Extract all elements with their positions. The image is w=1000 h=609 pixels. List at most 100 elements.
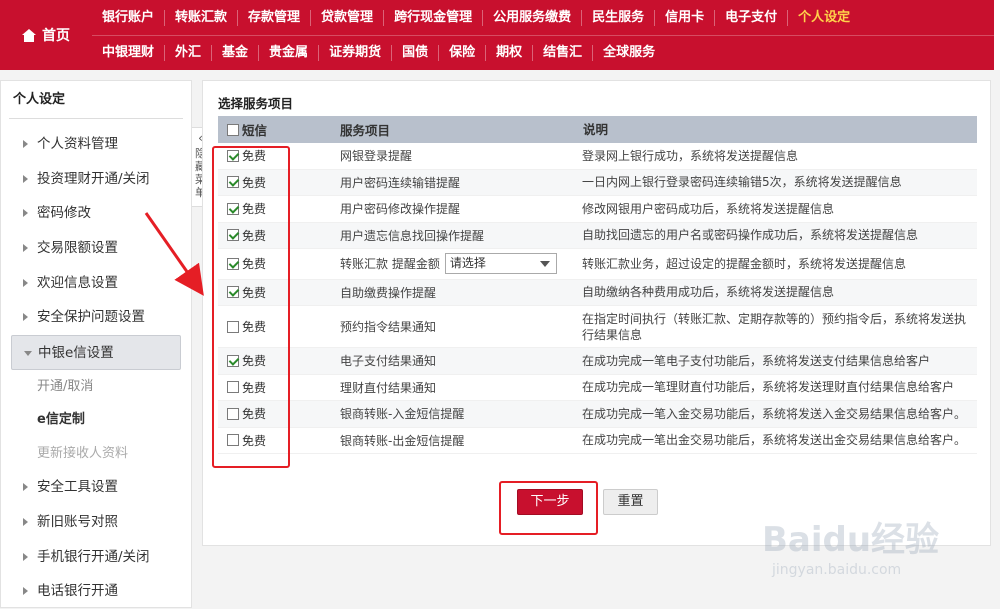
description-cell: 在成功完成一笔理财直付功能后，系统将发送理财直付结果信息给客户 bbox=[582, 380, 955, 395]
page-title: 选择服务项目 bbox=[218, 96, 294, 111]
service-name: 自助缴费操作提醒 bbox=[340, 285, 437, 300]
description-cell: 转账汇款业务，超过设定的提醒金额时，系统将发送提醒信息 bbox=[582, 256, 907, 271]
sidebar-subitem-2[interactable]: 更新接收人资料 bbox=[1, 437, 191, 471]
nav-primary-item-9[interactable]: 个人设定 bbox=[787, 9, 860, 26]
sidebar-item-1[interactable]: 投资理财开通/关闭 bbox=[1, 162, 191, 197]
sidebar-item-label: 手机银行开通/关闭 bbox=[37, 548, 150, 565]
sidebar-subitem-1[interactable]: e信定制 bbox=[1, 403, 191, 437]
header-sms: 短信 bbox=[242, 123, 268, 138]
nav-secondary-item-2[interactable]: 基金 bbox=[211, 44, 258, 61]
service-cell: 用户遗忘信息找回操作提醒 bbox=[336, 227, 578, 244]
sidebar-item-label: 个人资料管理 bbox=[37, 136, 118, 152]
service-name: 银商转账-入金短信提醒 bbox=[340, 407, 465, 422]
sidebar-menu: 个人资料管理投资理财开通/关闭密码修改交易限额设置欢迎信息设置 安全保护问题设置中… bbox=[1, 119, 191, 609]
caret-right-icon bbox=[23, 278, 28, 287]
service-cell: 预约指令结果通知 bbox=[336, 318, 578, 335]
nav-primary-item-0[interactable]: 银行账户 bbox=[92, 10, 164, 26]
sidebar-item-8[interactable]: 新旧账号对照 bbox=[1, 505, 191, 540]
nav-primary-item-2[interactable]: 存款管理 bbox=[237, 9, 310, 26]
watermark-url: jingyan.baidu.com bbox=[772, 562, 902, 578]
service-name: 网银登录提醒 bbox=[340, 149, 413, 164]
home-button[interactable]: 首页 bbox=[0, 0, 92, 70]
select-all-checkbox[interactable] bbox=[227, 123, 239, 136]
service-name: 理财直付结果通知 bbox=[340, 380, 437, 395]
nav-primary-item-1[interactable]: 转账汇款 bbox=[164, 9, 237, 26]
amount-select[interactable]: 请选择 bbox=[444, 253, 557, 275]
sidebar-item-4[interactable]: 欢迎信息设置 bbox=[1, 266, 191, 301]
table-row: 免费 转账汇款 提醒金额 请选择 转账汇款业务，超过设定的提醒金额时，系统将发送提醒信… bbox=[218, 249, 977, 280]
nav-primary-item-7[interactable]: 信用卡 bbox=[654, 9, 714, 26]
table-header: 短信 服务项目 说明 bbox=[218, 116, 977, 143]
service-cell: 用户密码连续输错提醒 bbox=[336, 174, 578, 191]
service-cell: 转账汇款 提醒金额 请选择 bbox=[336, 253, 578, 275]
nav-primary-item-5[interactable]: 公用服务缴费 bbox=[482, 9, 581, 26]
home-icon bbox=[22, 28, 36, 42]
service-cell: 自助缴费操作提醒 bbox=[336, 284, 578, 301]
header-service: 服务项目 bbox=[340, 123, 391, 138]
sidebar-item-5[interactable]: 安全保护问题设置 bbox=[1, 300, 191, 335]
sidebar-item-3[interactable]: 交易限额设置 bbox=[1, 231, 191, 266]
caret-right-icon bbox=[23, 483, 28, 492]
description-cell: 登录网上银行成功，系统将发送提醒信息 bbox=[582, 148, 799, 163]
nav-secondary-item-8[interactable]: 结售汇 bbox=[532, 44, 592, 61]
sidebar-item-7[interactable]: 安全工具设置 bbox=[1, 470, 191, 505]
description-cell: 在成功完成一笔出金交易功能后，系统将发送出金交易结果信息给客户。 bbox=[582, 433, 967, 448]
sidebar-item-label: 中银e信设置 bbox=[38, 345, 114, 362]
nav-secondary-item-6[interactable]: 保险 bbox=[438, 44, 485, 61]
caret-right-icon bbox=[23, 313, 28, 322]
sidebar-subitem-0[interactable]: 开通/取消 bbox=[1, 370, 191, 404]
nav-secondary-item-0[interactable]: 中银理财 bbox=[92, 45, 164, 61]
nav-row-primary: 银行账户 转账汇款 存款管理 贷款管理 跨行现金管理 公用服务缴费 民生服务 信用卡 电子支付个… bbox=[92, 0, 860, 35]
service-name: 转账汇款 提醒金额 bbox=[340, 257, 440, 272]
table-row: 免费 银商转账-入金短信提醒 在成功完成一笔入金交易功能后，系统将发送入金交易结果信… bbox=[218, 401, 977, 428]
nav-primary-item-4[interactable]: 跨行现金管理 bbox=[383, 9, 482, 26]
service-name: 用户密码修改操作提醒 bbox=[340, 202, 461, 217]
service-cell: 银商转账-入金短信提醒 bbox=[336, 405, 578, 422]
table-row: 免费 用户遗忘信息找回操作提醒 自助找回遗忘的用户名或密码操作成功后，系统将发送提醒… bbox=[218, 222, 977, 249]
sidebar-item-10[interactable]: 电话银行开通 bbox=[1, 574, 191, 609]
sidebar-item-9[interactable]: 手机银行开通/关闭 bbox=[1, 540, 191, 575]
description-cell: 修改网银用户密码成功后，系统将发送提醒信息 bbox=[582, 201, 835, 216]
table-row: 免费 网银登录提醒 登录网上银行成功，系统将发送提醒信息 bbox=[218, 143, 977, 170]
service-name: 用户遗忘信息找回操作提醒 bbox=[340, 228, 485, 243]
nav-secondary-item-5[interactable]: 国债 bbox=[391, 44, 438, 61]
table-row: 免费 用户密码修改操作提醒 修改网银用户密码成功后，系统将发送提醒信息 bbox=[218, 196, 977, 223]
sidebar-item-label: 安全工具设置 bbox=[37, 479, 118, 496]
caret-right-icon bbox=[23, 209, 28, 218]
watermark: Baidu经验 jingyan.baidu.com bbox=[762, 500, 982, 600]
sidebar-item-label: 密码修改 bbox=[37, 205, 91, 222]
service-cell: 电子支付结果通知 bbox=[336, 352, 578, 369]
sidebar-item-6[interactable]: 中银e信设置 bbox=[11, 335, 181, 370]
nav-primary-item-3[interactable]: 贷款管理 bbox=[310, 9, 383, 26]
nav-secondary-item-4[interactable]: 证券期货 bbox=[318, 44, 391, 61]
sidebar-item-0[interactable]: 个人资料管理 bbox=[1, 127, 191, 162]
header-description: 说明 bbox=[583, 121, 609, 137]
nav-secondary-item-7[interactable]: 期权 bbox=[485, 44, 532, 61]
nav-bar: 银行账户 转账汇款 存款管理 贷款管理 跨行现金管理 公用服务缴费 民生服务 信用卡 电子支付个… bbox=[92, 0, 994, 70]
nav-secondary-item-3[interactable]: 贵金属 bbox=[258, 44, 318, 61]
service-name: 电子支付结果通知 bbox=[340, 354, 437, 369]
description-cell: 自助缴纳各种费用成功后，系统将发送提醒信息 bbox=[582, 285, 835, 300]
annotation-box-next-button bbox=[499, 481, 598, 535]
annotation-box-checkboxes bbox=[212, 146, 290, 468]
caret-right-icon bbox=[23, 174, 28, 183]
nav-secondary-item-1[interactable]: 外汇 bbox=[164, 44, 211, 61]
home-label: 首页 bbox=[42, 28, 70, 44]
nav-primary-item-6[interactable]: 民生服务 bbox=[581, 9, 654, 26]
nav-primary-item-8[interactable]: 电子支付 bbox=[714, 9, 787, 26]
caret-right-icon bbox=[23, 587, 28, 596]
service-name: 用户密码连续输错提醒 bbox=[340, 175, 461, 190]
nav-secondary-item-9[interactable]: 全球服务 bbox=[592, 44, 665, 61]
description-cell: 在指定时间执行（转账汇款、定期存款等的）预约指令后，系统将发送执行结果信息 bbox=[582, 311, 967, 342]
description-cell: 在成功完成一笔电子支付功能后，系统将发送支付结果信息给客户 bbox=[582, 353, 931, 368]
main-panel: 选择服务项目 短信 服务项目 说明 免费 网银登录提醒 登录网上银行成功，系统将发送… bbox=[202, 80, 991, 546]
caret-right-icon bbox=[23, 140, 28, 148]
reset-button[interactable]: 重置 bbox=[603, 489, 658, 515]
caret-down-icon bbox=[24, 351, 32, 357]
sidebar-item-label: 交易限额设置 bbox=[37, 240, 118, 257]
sidebar-item-2[interactable]: 密码修改 bbox=[1, 196, 191, 231]
nav-row-secondary: 中银理财 外汇 基金 贵金属 证券期货 国债 保险 期权 结售汇 全球服务 bbox=[92, 35, 665, 70]
top-navigation: 首页 银行账户 转账汇款 存款管理 贷款管理 跨行现金管理 公用服务缴费 民生服务 信用卡 电子… bbox=[0, 0, 1000, 70]
table-row: 免费 电子支付结果通知 在成功完成一笔电子支付功能后，系统将发送支付结果信息给客户 bbox=[218, 348, 977, 375]
table-row: 免费 理财直付结果通知 在成功完成一笔理财直付功能后，系统将发送理财直付结果信息给客… bbox=[218, 375, 977, 401]
